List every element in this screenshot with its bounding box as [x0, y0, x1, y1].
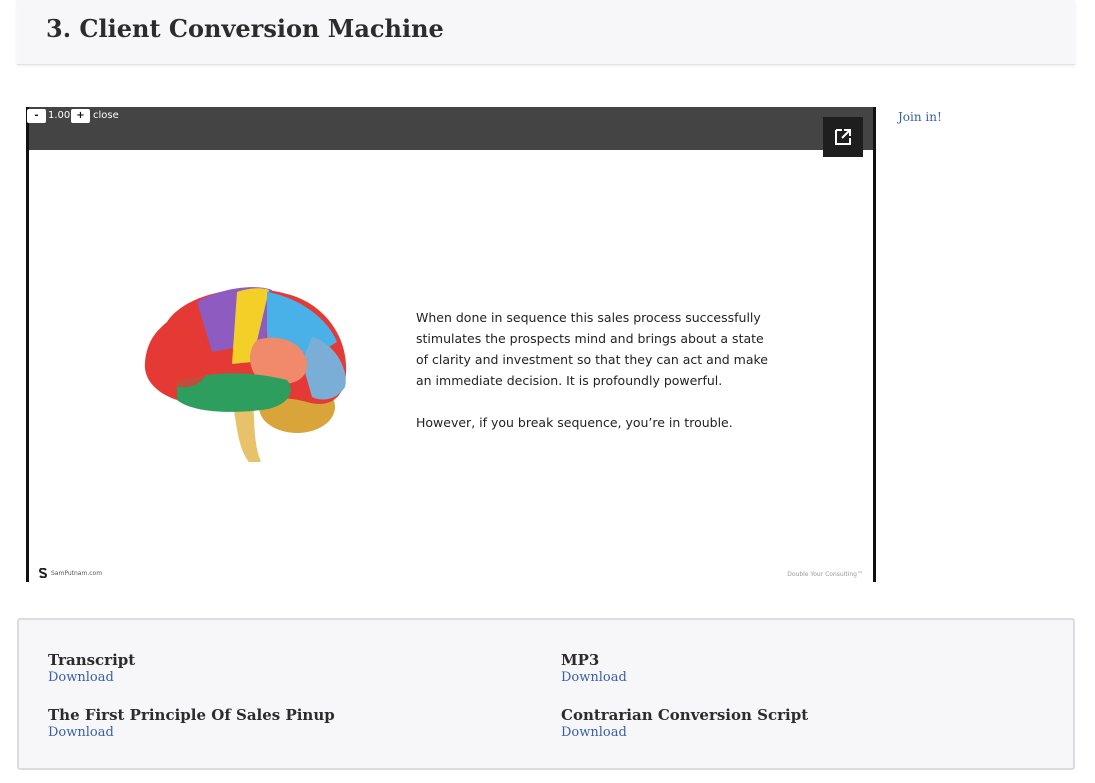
player-toolbar: - 1.00 + close	[27, 107, 873, 157]
zoom-out-button[interactable]: -	[27, 109, 46, 123]
download-link-mp3[interactable]: Download	[561, 670, 627, 685]
download-item-pinup: The First Principle Of Sales Pinup Downl…	[48, 706, 335, 740]
download-item-script: Contrarian Conversion Script Download	[561, 706, 808, 740]
slide-paragraph: However, if you break sequence, you’re i…	[416, 415, 733, 430]
join-in-link[interactable]: Join in!	[898, 110, 942, 124]
slide-text: When done in sequence this sales process…	[416, 307, 776, 433]
slide-footer-right: Double Your Consulting™	[787, 571, 863, 578]
title-card: 3. Client Conversion Machine	[17, 0, 1075, 65]
download-item-title: MP3	[561, 651, 600, 669]
download-item-title: Contrarian Conversion Script	[561, 706, 809, 724]
video-player[interactable]: - 1.00 + close When done in sequence thi…	[26, 107, 876, 582]
download-link-transcript[interactable]: Download	[48, 670, 135, 685]
page-title: 3. Client Conversion Machine	[46, 14, 444, 43]
zoom-level: 1.00	[48, 110, 71, 121]
download-item-mp3: MP3 Download	[561, 651, 627, 685]
slide-paragraph: When done in sequence this sales process…	[416, 310, 768, 388]
downloads-panel: Transcript Download MP3 Download The Fir…	[17, 618, 1075, 770]
download-item-transcript: Transcript Download	[48, 651, 135, 685]
brain-illustration	[144, 287, 347, 462]
zoom-in-button[interactable]: +	[71, 109, 90, 123]
download-item-title: Transcript	[48, 651, 136, 669]
slide-footer-brand: SamPutnam.com	[38, 568, 102, 578]
slide-footer-text: SamPutnam.com	[51, 569, 103, 577]
close-button[interactable]: close	[93, 109, 119, 123]
expand-button[interactable]	[823, 117, 863, 157]
download-link-script[interactable]: Download	[561, 725, 808, 740]
download-item-title: The First Principle Of Sales Pinup	[48, 706, 335, 724]
s-logo-icon	[38, 568, 48, 578]
download-link-pinup[interactable]: Download	[48, 725, 335, 740]
open-in-new-icon	[835, 129, 851, 145]
